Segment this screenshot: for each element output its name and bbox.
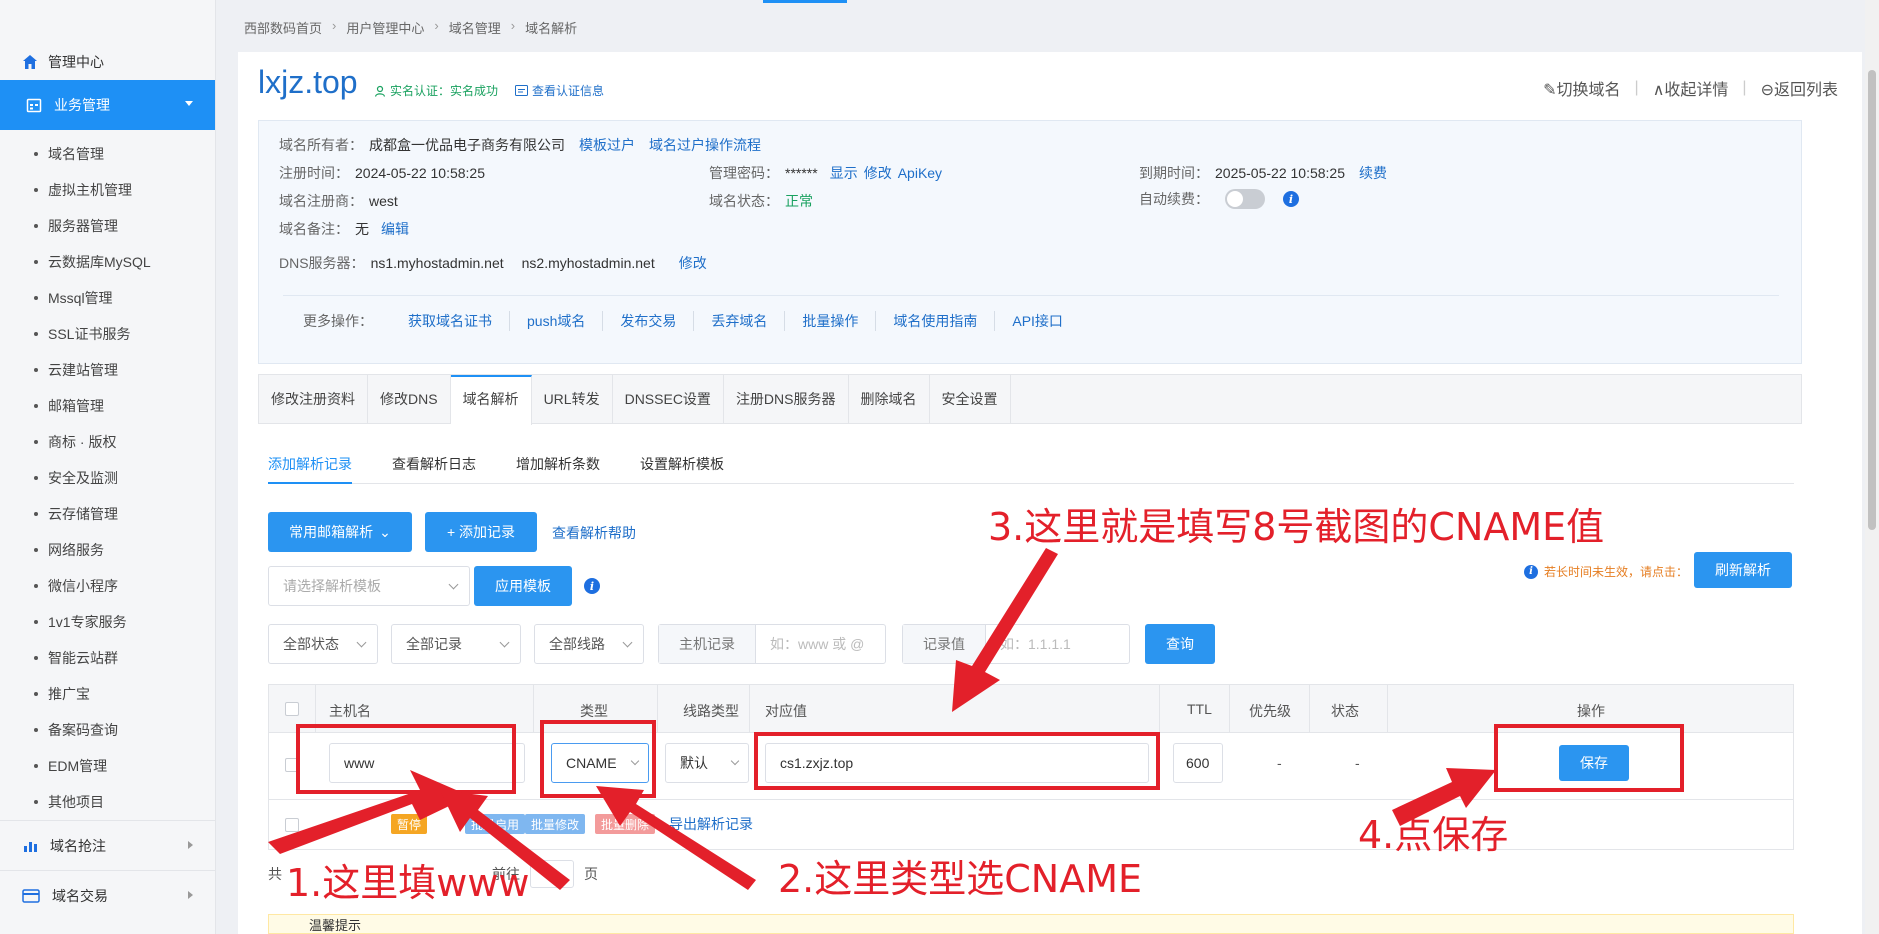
arrow-3 — [952, 548, 1058, 712]
annotation-1: 1.这里填www — [286, 861, 530, 905]
annotation-arrows — [268, 548, 1496, 890]
arrow-1a — [268, 770, 470, 854]
annotation-4: 4.点保存 — [1358, 813, 1509, 857]
annotation-2: 2.这里类型选CNAME — [778, 857, 1143, 901]
annotation-3: 3.这里就是填写8号截图的CNAME值 — [988, 505, 1605, 549]
arrow-2 — [596, 786, 756, 890]
